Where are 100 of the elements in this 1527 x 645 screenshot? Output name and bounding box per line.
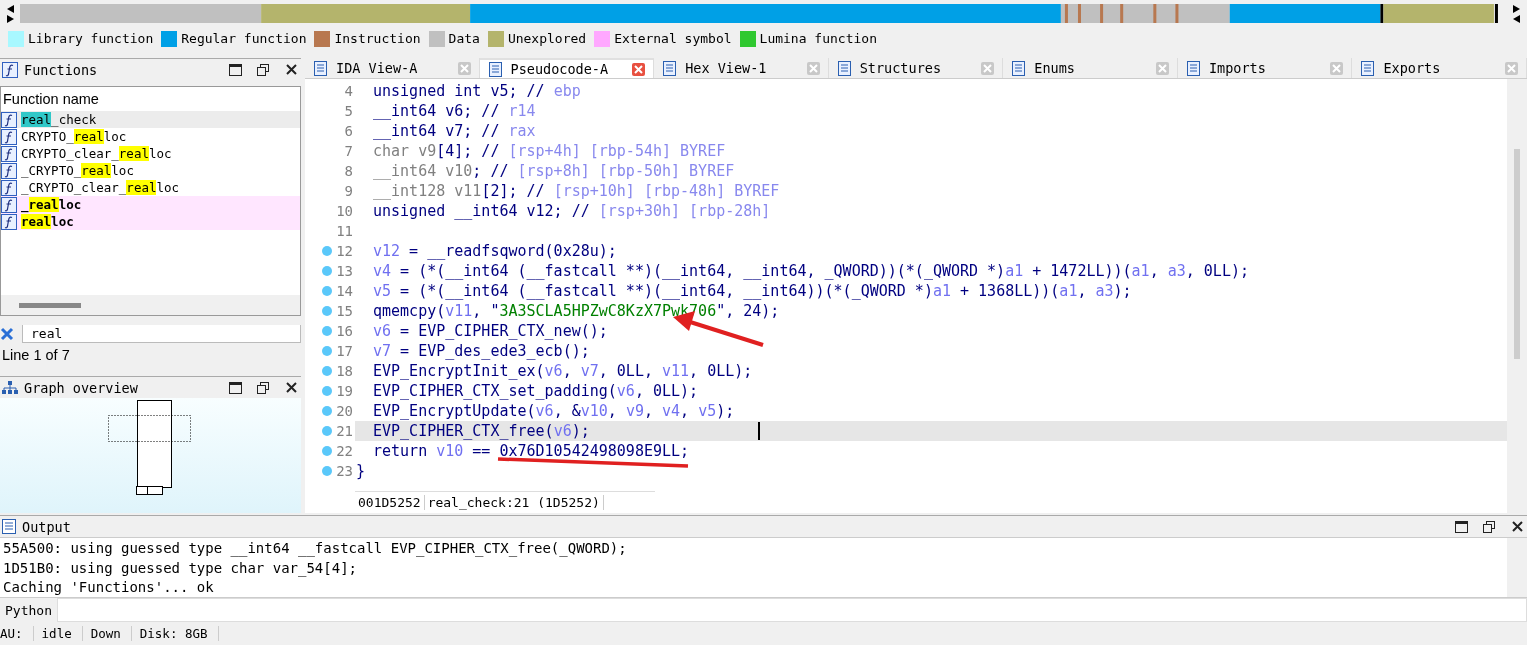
function-row[interactable]: CRYPTO_clear_realloc xyxy=(1,145,300,162)
line-number: 8 xyxy=(344,163,353,179)
line-number: 14 xyxy=(336,283,353,299)
document-icon xyxy=(313,60,328,76)
line-number: 9 xyxy=(344,183,353,199)
filter-field[interactable]: real xyxy=(22,325,301,343)
code-line: __int64 v6; // r14 xyxy=(373,102,536,120)
line-number: 5 xyxy=(344,103,353,119)
function-row[interactable]: _realloc xyxy=(1,196,300,213)
tab-label: Exports xyxy=(1383,60,1442,76)
restore-icon[interactable] xyxy=(255,61,271,78)
function-icon xyxy=(1,128,17,145)
breakpoint-dot[interactable] xyxy=(322,286,333,296)
tab-label: Structures xyxy=(859,60,942,76)
function-row[interactable]: CRYPTO_realloc xyxy=(1,128,300,145)
restore-icon[interactable] xyxy=(255,379,271,396)
function-name: _realloc xyxy=(21,197,82,212)
tab-label: Enums xyxy=(1034,60,1076,76)
line-number: 16 xyxy=(336,323,353,339)
document-icon xyxy=(1011,60,1027,76)
function-icon xyxy=(1,213,17,230)
scroll-arrows-icon[interactable] xyxy=(6,4,16,23)
document-icon xyxy=(1360,60,1376,76)
document-icon xyxy=(662,60,678,76)
tab-label: IDA View-A xyxy=(336,60,419,76)
function-icon xyxy=(1,111,17,128)
status-text: AU: xyxy=(0,625,34,641)
function-row[interactable]: _CRYPTO_realloc xyxy=(1,162,300,179)
breakpoint-dot[interactable] xyxy=(322,326,333,336)
code-line: EVP_CIPHER_CTX_free(v6); xyxy=(373,422,590,440)
vertical-scrollbar[interactable] xyxy=(1507,79,1527,513)
breakpoint-dot[interactable] xyxy=(322,386,333,396)
line-number: 15 xyxy=(336,303,353,319)
horizontal-scrollbar[interactable] xyxy=(1,295,300,315)
code-line: v7 = EVP_des_ede3_ecb(); xyxy=(373,342,590,360)
breakpoint-dot[interactable] xyxy=(322,266,333,276)
legend-label: External symbol xyxy=(614,31,732,46)
line-number: 21 xyxy=(336,423,353,439)
legend-label: Unexplored xyxy=(507,31,587,46)
breakpoint-dot[interactable] xyxy=(322,466,333,476)
function-name: real_check xyxy=(21,112,97,127)
legend-label: Library function xyxy=(28,31,154,46)
panel-title: Graph overview xyxy=(24,379,139,396)
document-icon xyxy=(487,61,503,77)
breakpoint-dot[interactable] xyxy=(322,306,333,316)
line-number: 7 xyxy=(344,143,353,159)
line-number: 23 xyxy=(336,463,353,479)
clear-filter-icon[interactable] xyxy=(0,327,14,341)
code-line: __int128 v11[2]; // [rsp+10h] [rbp-48h] BYREF xyxy=(373,182,780,200)
function-name: CRYPTO_clear_realloc xyxy=(21,146,172,161)
function-icon xyxy=(1,179,17,196)
code-line: EVP_CIPHER_CTX_set_padding(v6, 0LL); xyxy=(373,382,699,400)
vertical-scrollbar[interactable] xyxy=(1507,538,1527,597)
function-row[interactable]: _CRYPTO_clear_realloc xyxy=(1,179,300,196)
column-header[interactable]: Function name xyxy=(1,87,300,111)
code-line: __int64 v7; // rax xyxy=(373,122,536,140)
code-line: unsigned int v5; // ebp xyxy=(373,82,581,100)
line-number: 12 xyxy=(336,243,353,259)
code-line: char v9[4]; // [rsp+4h] [rbp-54h] BYREF xyxy=(373,142,726,160)
breakpoint-dot[interactable] xyxy=(322,446,333,456)
legend-label: Lumina function xyxy=(759,31,877,46)
tab-label: Pseudocode-A xyxy=(510,61,610,77)
command-field[interactable] xyxy=(56,598,1527,622)
scroll-arrows-icon[interactable] xyxy=(1511,4,1521,23)
function-name: _CRYPTO_realloc xyxy=(21,163,134,178)
code-line: v6 = EVP_CIPHER_CTX_new(); xyxy=(373,322,608,340)
code-line: v5 = (*(__int64 (__fastcall **)(__int64, __int64))(*(_QWORD *)a1 + 1368LL))(a1, a3); xyxy=(373,282,1132,300)
document-icon xyxy=(836,60,852,76)
tab-label: Imports xyxy=(1208,60,1267,76)
line-number: 13 xyxy=(336,263,353,279)
line-count: Line 1 of 7 xyxy=(1,346,71,365)
legend-label: Data xyxy=(448,31,480,46)
line-number: 22 xyxy=(336,443,353,459)
output-line: Caching 'Functions'... ok xyxy=(2,578,215,597)
tab-label: Hex View-1 xyxy=(685,60,768,76)
breakpoint-dot[interactable] xyxy=(322,366,333,376)
legend-label: Regular function xyxy=(181,31,307,46)
status-text: Down xyxy=(90,625,132,641)
function-icon xyxy=(1,196,17,213)
text-cursor xyxy=(757,422,760,440)
document-icon xyxy=(2,519,16,534)
breakpoint-dot[interactable] xyxy=(322,346,333,356)
restore-icon[interactable] xyxy=(1481,518,1497,535)
hierarchy-icon xyxy=(2,380,18,395)
function-row[interactable]: real_check xyxy=(1,111,300,128)
code-line: v4 = (*(__int64 (__fastcall **)(__int64, __int64, _QWORD))(*(_QWORD *)a1 + 1472LL))(a1, a3, 0LL); xyxy=(373,262,1249,280)
code-line: unsigned __int64 v12; // [rsp+30h] [rbp-28h] xyxy=(373,202,771,220)
code-line: EVP_EncryptUpdate(v6, &v10, v9, v4, v5); xyxy=(373,402,735,420)
panel-title: Output xyxy=(22,518,72,535)
function-name: CRYPTO_realloc xyxy=(21,129,127,144)
function-icon xyxy=(1,162,17,179)
line-number: 18 xyxy=(336,363,353,379)
breakpoint-dot[interactable] xyxy=(322,426,333,436)
output-line: 55A500: using guessed type __int64 __fastcall EVP_CIPHER_CTX_free(_QWORD); xyxy=(2,539,628,558)
function-icon xyxy=(2,61,18,78)
breakpoint-dot[interactable] xyxy=(322,406,333,416)
status-text: idle xyxy=(41,625,83,641)
editor-tab[interactable]: Pseudocode-A xyxy=(479,58,655,78)
breakpoint-dot[interactable] xyxy=(322,246,333,256)
code-line: } xyxy=(356,462,366,480)
